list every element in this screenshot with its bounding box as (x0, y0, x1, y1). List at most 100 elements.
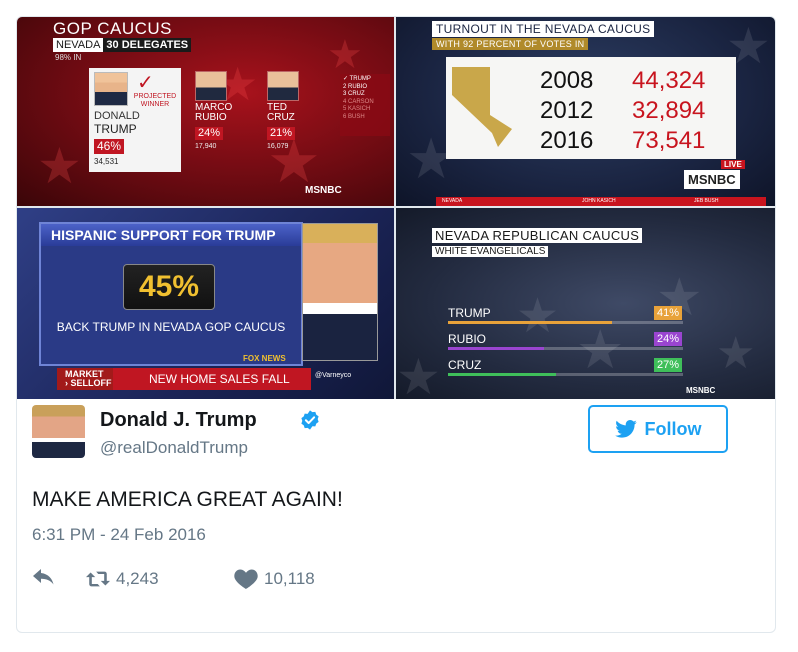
gop-caucus-title: GOP CAUCUS (53, 19, 172, 38)
show-handle: @Varneyco (315, 372, 352, 379)
candidate-photo (195, 71, 227, 101)
retweet-icon (86, 571, 110, 587)
winner-last-name: TRUMP (94, 122, 137, 136)
twitter-bird-icon (614, 420, 637, 438)
strip-label: JEB BUSH (694, 198, 719, 204)
network-logo: MSNBC (305, 185, 342, 196)
turnout-year: 2012 (540, 97, 594, 124)
hispanic-support-subtitle: BACK TRUMP IN NEVADA GOP CAUCUS (56, 320, 286, 334)
ranking-item: 4 CARSON (343, 98, 374, 105)
turnout-year: 2016 (540, 127, 594, 154)
star-decoration: ★ (327, 32, 363, 78)
candidate-last-name: CRUZ (267, 112, 295, 123)
star-decoration: ★ (716, 328, 756, 379)
poll-subtitle: WHITE EVANGELICALS (432, 246, 549, 257)
image-hispanic-support[interactable]: HISPANIC SUPPORT FOR TRUMP 45% BACK TRUM… (17, 208, 394, 399)
like-count: 10,118 (264, 569, 315, 588)
display-name[interactable]: Donald J. Trump (100, 409, 257, 432)
ranking-item: ✓ TRUMP (343, 76, 371, 82)
network-logo: FOX NEWS (243, 354, 286, 363)
market-label: MARKET › SELLOFF (57, 368, 113, 390)
reply-icon (33, 569, 54, 585)
poll-bar-fill (448, 347, 544, 350)
poll-bar-row: CRUZ 27% (448, 358, 683, 380)
state-delegates-label: NEVADA 30 DELEGATES (53, 38, 192, 52)
star-decoration: ★ (37, 137, 82, 195)
turnout-table: 2008 44,324 2012 32,894 2016 73,541 (446, 57, 736, 159)
reply-button[interactable] (32, 569, 86, 589)
poll-bar-row: RUBIO 24% (448, 332, 683, 354)
heart-icon (234, 569, 258, 589)
turnout-title: TURNOUT IN THE NEVADA CAUCUS (432, 21, 655, 37)
poll-bar-fill (448, 373, 556, 376)
live-badge: LIVE (721, 160, 745, 169)
user-handle[interactable]: @realDonaldTrump (100, 438, 248, 458)
image-nevada-turnout[interactable]: ★ ★ TURNOUT IN THE NEVADA CAUCUS WITH 92… (396, 17, 775, 206)
percent-reporting: 98% IN (55, 53, 82, 62)
poll-bar-row: TRUMP 41% (448, 306, 683, 328)
poll-value: 24% (654, 332, 683, 346)
candidate-card: TED CRUZ 21% 16,079 (267, 71, 311, 150)
follow-button[interactable]: Follow (588, 405, 728, 453)
ranking-item: 3 CRUZ (343, 91, 365, 98)
tweet-timestamp[interactable]: 6:31 PM - 24 Feb 2016 (32, 525, 206, 545)
poll-candidate-name: RUBIO (448, 332, 487, 346)
tweet-actions: 4,243 10,118 (32, 566, 315, 592)
poll-value: 41% (654, 306, 683, 320)
follow-button-label: Follow (644, 418, 702, 439)
delegate-count: 30 DELEGATES (103, 38, 192, 52)
bottom-name-strip: NEVADA JOHN KASICH JEB BUSH (436, 197, 766, 206)
retweet-button[interactable]: 4,243 (86, 569, 234, 589)
check-icon: ✓ (137, 70, 154, 94)
turnout-year: 2008 (540, 67, 594, 94)
candidate-ranking-list: ✓ TRUMP 2 RUBIO 3 CRUZ 4 CARSON 5 KASICH… (340, 74, 390, 136)
poll-value: 27% (654, 358, 683, 372)
winner-box: ✓ PROJECTED WINNER DONALD TRUMP 46% 34,5… (89, 68, 181, 172)
turnout-subtitle: WITH 92 PERCENT OF VOTES IN (432, 38, 589, 50)
strip-label: NEVADA (442, 198, 463, 204)
turnout-value: 73,541 (632, 127, 706, 154)
candidate-card: MARCO RUBIO 24% 17,940 (195, 71, 239, 150)
poll-bar-fill (448, 321, 612, 324)
star-decoration: ★ (396, 348, 441, 399)
ranking-item: 5 KASICH (343, 106, 371, 113)
network-logo: MSNBC (684, 170, 740, 189)
tweet-media-grid[interactable]: ★ ★ ★ ★ GOP CAUCUS NEVADA 30 DELEGATES 9… (17, 17, 775, 399)
image-white-evangelicals[interactable]: ★ ★ ★ ★ ★ NEVADA REPUBLICAN CAUCUS WHITE… (396, 208, 775, 399)
hispanic-support-percent: 45% (123, 264, 215, 310)
strip-label: JOHN KASICH (582, 198, 616, 204)
like-button[interactable]: 10,118 (234, 569, 315, 589)
poll-candidate-name: TRUMP (448, 306, 491, 320)
winner-first-name: DONALD (94, 110, 140, 122)
projected-winner-label: PROJECTED WINNER (133, 93, 177, 108)
winner-votes: 34,531 (94, 157, 119, 166)
avatar[interactable] (32, 405, 85, 458)
ranking-item: 6 BUSH (343, 113, 365, 120)
candidate-photo (267, 71, 299, 101)
news-ticker: NEW HOME SALES FALL (113, 368, 311, 390)
candidate-votes: 16,079 (267, 143, 289, 150)
state-name: NEVADA (53, 38, 104, 52)
turnout-row: 2012 32,894 (540, 97, 720, 127)
candidate-percent: 24% (195, 127, 224, 140)
retweet-count: 4,243 (116, 569, 159, 588)
turnout-row: 2008 44,324 (540, 67, 720, 97)
turnout-row: 2016 73,541 (540, 127, 720, 157)
image-gop-caucus-results[interactable]: ★ ★ ★ ★ GOP CAUCUS NEVADA 30 DELEGATES 9… (17, 17, 394, 206)
nevada-map-icon (452, 67, 512, 147)
poll-title: NEVADA REPUBLICAN CAUCUS (432, 228, 643, 243)
tweet-text: MAKE AMERICA GREAT AGAIN! (32, 488, 343, 511)
turnout-value: 44,324 (632, 67, 706, 94)
winner-percent: 46% (94, 139, 125, 154)
candidate-photo (94, 72, 128, 106)
candidate-percent: 21% (267, 127, 296, 140)
hispanic-support-title: HISPANIC SUPPORT FOR TRUMP (41, 224, 301, 246)
network-logo: MSNBC (686, 386, 716, 395)
ranking-item: 2 RUBIO (343, 83, 368, 90)
hispanic-support-graphic: HISPANIC SUPPORT FOR TRUMP 45% BACK TRUM… (39, 222, 303, 366)
turnout-value: 32,894 (632, 97, 706, 124)
candidate-votes: 17,940 (195, 143, 217, 150)
candidate-photo (302, 223, 378, 361)
candidate-last-name: RUBIO (195, 112, 227, 123)
verified-badge-icon (301, 410, 319, 430)
